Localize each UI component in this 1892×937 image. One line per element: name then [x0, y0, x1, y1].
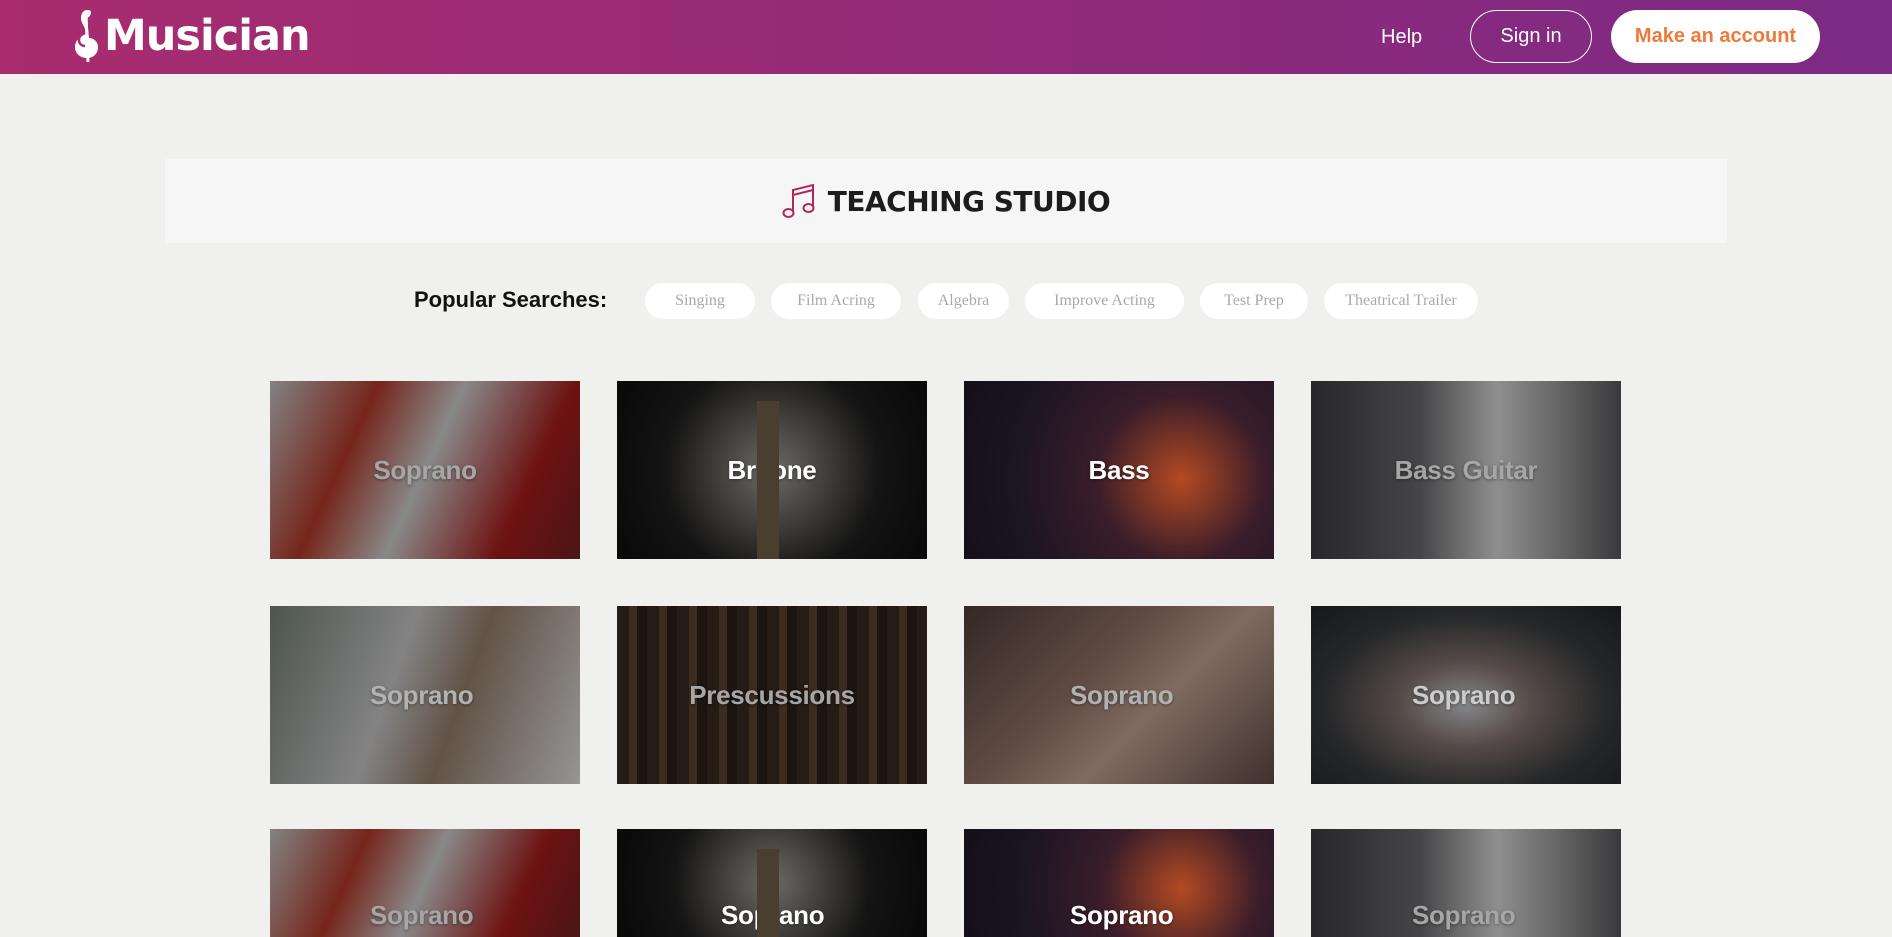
category-tile[interactable]: Prescussions: [617, 606, 927, 784]
category-tile[interactable]: Soprano: [270, 606, 580, 784]
category-tile[interactable]: Soprano: [964, 829, 1274, 937]
music-note-icon: [782, 183, 815, 218]
top-navigation-bar: Musician Help Sign in Make an account: [0, 0, 1892, 74]
category-tile[interactable]: Soprano: [964, 606, 1274, 784]
tile-label: Soprano: [1412, 679, 1516, 710]
category-tile[interactable]: Soprano: [617, 829, 927, 937]
tile-label: Soprano: [370, 679, 474, 710]
sign-in-button[interactable]: Sign in: [1470, 10, 1592, 63]
page-title: TEACHING STUDIO: [827, 184, 1111, 218]
help-link[interactable]: Help: [1381, 26, 1422, 49]
category-tile[interactable]: Soprano: [1311, 606, 1621, 784]
search-chip-film-acring[interactable]: Film Acring: [771, 283, 901, 319]
tile-label: Soprano: [721, 900, 825, 930]
tile-label: Bass Guitar: [1394, 454, 1538, 485]
tile-label: Prescussions: [689, 679, 855, 710]
teaching-studio-banner: TEACHING STUDIO: [165, 159, 1727, 243]
tile-label: Bass: [1088, 454, 1150, 485]
category-tile[interactable]: Britone: [617, 381, 927, 559]
category-tile[interactable]: Bass: [964, 381, 1274, 559]
tile-label: Soprano: [1412, 900, 1516, 930]
tile-label: Soprano: [1070, 900, 1174, 930]
search-chip-singing[interactable]: Singing: [645, 283, 755, 319]
tile-label: Britone: [727, 454, 817, 485]
popular-searches-label: Popular Searches:: [414, 287, 608, 312]
logo-text: Musician: [104, 11, 311, 61]
search-chip-theatrical-trailer[interactable]: Theatrical Trailer: [1324, 283, 1478, 319]
make-account-button[interactable]: Make an account: [1611, 10, 1820, 63]
search-chip-algebra[interactable]: Algebra: [918, 283, 1009, 319]
category-tile[interactable]: Soprano: [270, 381, 580, 559]
search-chip-improve-acting[interactable]: Improve Acting: [1025, 283, 1184, 319]
tile-label: Soprano: [373, 454, 477, 485]
search-chip-test-prep[interactable]: Test Prep: [1200, 283, 1308, 319]
category-tile[interactable]: Soprano: [270, 829, 580, 937]
category-tile[interactable]: Soprano: [1311, 829, 1621, 937]
tile-label: Soprano: [1070, 679, 1174, 710]
category-tile[interactable]: Bass Guitar: [1311, 381, 1621, 559]
treble-clef-logo-icon: [75, 10, 98, 63]
tile-label: Soprano: [370, 900, 474, 930]
musician-logo[interactable]: Musician: [70, 8, 311, 64]
